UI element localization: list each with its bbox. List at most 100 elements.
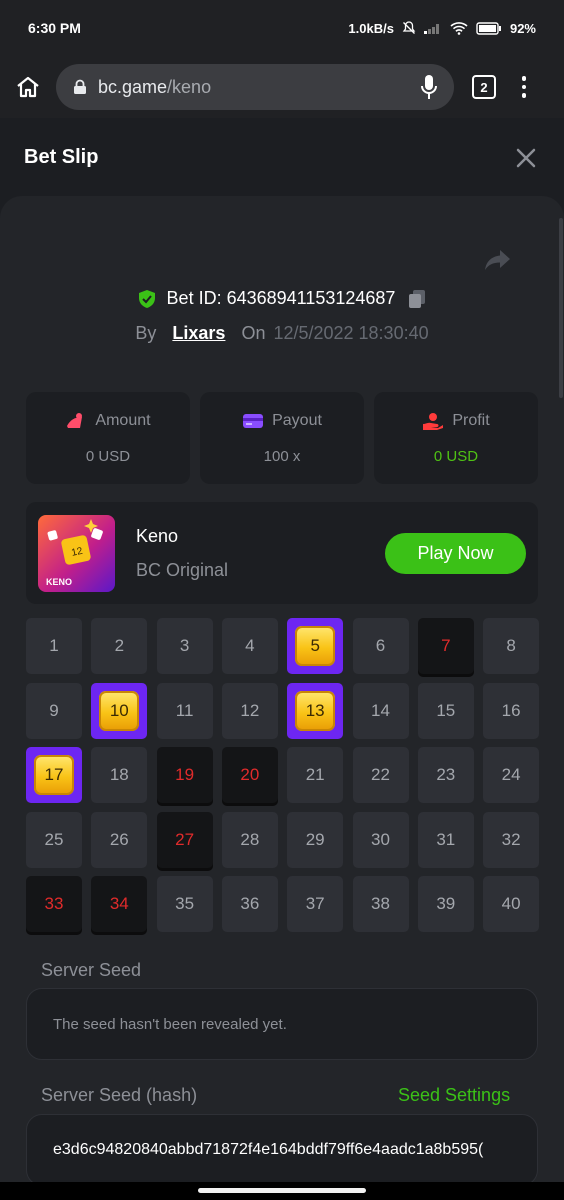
keno-cell-2: 2 <box>91 618 148 674</box>
keno-cell-9: 9 <box>26 682 82 739</box>
keno-cell-3: 3 <box>156 618 213 674</box>
keno-cell-16: 16 <box>483 682 540 739</box>
browser-menu-button[interactable] <box>520 76 528 98</box>
keno-cell-10: 10 <box>91 682 148 739</box>
server-seed-hash-label: Server Seed (hash) <box>41 1085 198 1105</box>
keno-cell-13: 13 <box>287 682 344 739</box>
keno-cell-15: 15 <box>417 682 474 739</box>
home-button[interactable] <box>0 56 56 118</box>
keno-gem-tile: 10 <box>99 690 140 731</box>
stat-profit-label: Profit <box>452 411 490 429</box>
stat-profit: Profit 0 USD <box>374 392 538 484</box>
keno-cell-19: 19 <box>156 747 213 803</box>
battery-icon <box>476 21 501 35</box>
keno-thumbnail: 12 KENO <box>38 515 115 592</box>
game-subtitle: BC Original <box>136 560 229 580</box>
keno-cell-38: 38 <box>352 876 409 932</box>
wallet-icon <box>243 413 264 428</box>
keno-cell-32: 32 <box>483 811 540 868</box>
keno-cell-30: 30 <box>352 811 409 868</box>
bet-id-row: Bet ID: 64368941153124687 <box>0 288 564 309</box>
game-card: 12 KENO Keno BC Original Play Now <box>26 502 538 604</box>
stat-payout-value: 100 x <box>263 447 301 465</box>
server-seed-label: Server Seed <box>41 960 142 980</box>
page-title: Bet Slip <box>24 146 99 168</box>
system-nav-bar <box>0 1182 564 1200</box>
keno-cell-5: 5 <box>287 618 344 674</box>
mute-bell-icon <box>402 21 416 34</box>
keno-cell-33: 33 <box>26 876 82 932</box>
status-time: 6:30 PM <box>28 20 81 36</box>
keno-cell-22: 22 <box>352 747 409 803</box>
svg-text:KENO: KENO <box>46 577 72 587</box>
home-icon <box>17 76 39 98</box>
keno-cell-28: 28 <box>221 811 278 868</box>
bet-id-value: 64368941153124687 <box>226 288 396 308</box>
keno-cell-4: 4 <box>221 618 278 674</box>
url-text: bc.game/keno <box>98 77 420 98</box>
server-seed-hash-field[interactable]: e3d6c94820840abbd71872f4e164bddf79ff6e4a… <box>26 1114 538 1186</box>
keno-cell-40: 40 <box>483 876 540 932</box>
bet-meta-row: By Lixars On 12/5/2022 18:30:40 <box>0 323 564 344</box>
home-gesture-pill[interactable] <box>198 1188 366 1193</box>
profit-icon <box>423 412 444 430</box>
keno-cell-37: 37 <box>287 876 344 932</box>
tab-switcher-button[interactable]: 2 <box>472 75 496 99</box>
server-seed-field: The seed hasn't been revealed yet. <box>26 988 538 1060</box>
keno-gem-tile: 5 <box>295 626 336 666</box>
keno-cell-25: 25 <box>26 811 82 868</box>
keno-cell-12: 12 <box>221 682 278 739</box>
stat-amount-label: Amount <box>95 411 151 429</box>
status-right: 1.0kB/s 92% <box>348 21 536 36</box>
lock-icon <box>74 79 86 94</box>
microphone-icon[interactable] <box>420 74 438 100</box>
url-path: /keno <box>167 76 212 97</box>
browser-toolbar: bc.game/keno 2 <box>0 56 564 118</box>
close-icon[interactable] <box>514 146 538 170</box>
battery-level: 92% <box>509 20 536 36</box>
keno-cell-26: 26 <box>91 811 148 868</box>
stat-profit-value: 0 USD <box>433 447 479 465</box>
keno-cell-18: 18 <box>91 747 148 803</box>
game-name: Keno <box>136 526 179 546</box>
keno-cell-23: 23 <box>417 747 474 803</box>
keno-cell-27: 27 <box>156 811 213 868</box>
keno-gem-tile: 17 <box>34 755 74 795</box>
play-now-button[interactable]: Play Now <box>385 533 526 574</box>
stat-amount-value: 0 USD <box>85 447 131 465</box>
seed-settings-link[interactable]: Seed Settings <box>398 1085 510 1106</box>
bet-stats: Amount 0 USD Payout 100 x Profit 0 USD <box>26 392 538 484</box>
address-bar[interactable]: bc.game/keno <box>56 64 454 110</box>
keno-cell-35: 35 <box>156 876 213 932</box>
scrollbar[interactable] <box>559 218 563 398</box>
keno-cell-14: 14 <box>352 682 409 739</box>
by-label: By <box>135 323 157 343</box>
keno-cell-17: 17 <box>26 747 82 803</box>
keno-cell-34: 34 <box>91 876 148 932</box>
share-icon[interactable] <box>484 248 512 272</box>
keno-cell-7: 7 <box>417 618 474 674</box>
keno-cell-21: 21 <box>287 747 344 803</box>
keno-logo-icon: 12 KENO <box>38 515 115 592</box>
copy-icon[interactable] <box>407 289 427 309</box>
keno-cell-6: 6 <box>352 618 409 674</box>
net-speed: 1.0kB/s <box>348 20 394 36</box>
wifi-icon <box>450 22 468 35</box>
keno-cell-20: 20 <box>221 747 278 803</box>
keno-cell-36: 36 <box>221 876 278 932</box>
bet-date: 12/5/2022 18:30:40 <box>273 323 429 343</box>
keno-cell-1: 1 <box>26 618 82 674</box>
bet-id-label: Bet ID: <box>166 288 222 308</box>
signal-icon <box>423 24 439 34</box>
keno-cell-11: 11 <box>156 682 213 739</box>
keno-cell-39: 39 <box>417 876 474 932</box>
keno-cell-29: 29 <box>287 811 344 868</box>
status-bar: 6:30 PM 1.0kB/s 92% <box>0 0 564 56</box>
stat-payout-label: Payout <box>272 411 322 429</box>
stat-payout: Payout 100 x <box>200 392 364 484</box>
amount-icon <box>67 412 83 428</box>
user-link[interactable]: Lixars <box>172 323 225 344</box>
verified-shield-icon <box>138 289 155 308</box>
on-label: On <box>241 323 266 343</box>
bet-slip-page: Bet Slip Bet ID: 64368941153124687 By Li… <box>0 118 564 1196</box>
